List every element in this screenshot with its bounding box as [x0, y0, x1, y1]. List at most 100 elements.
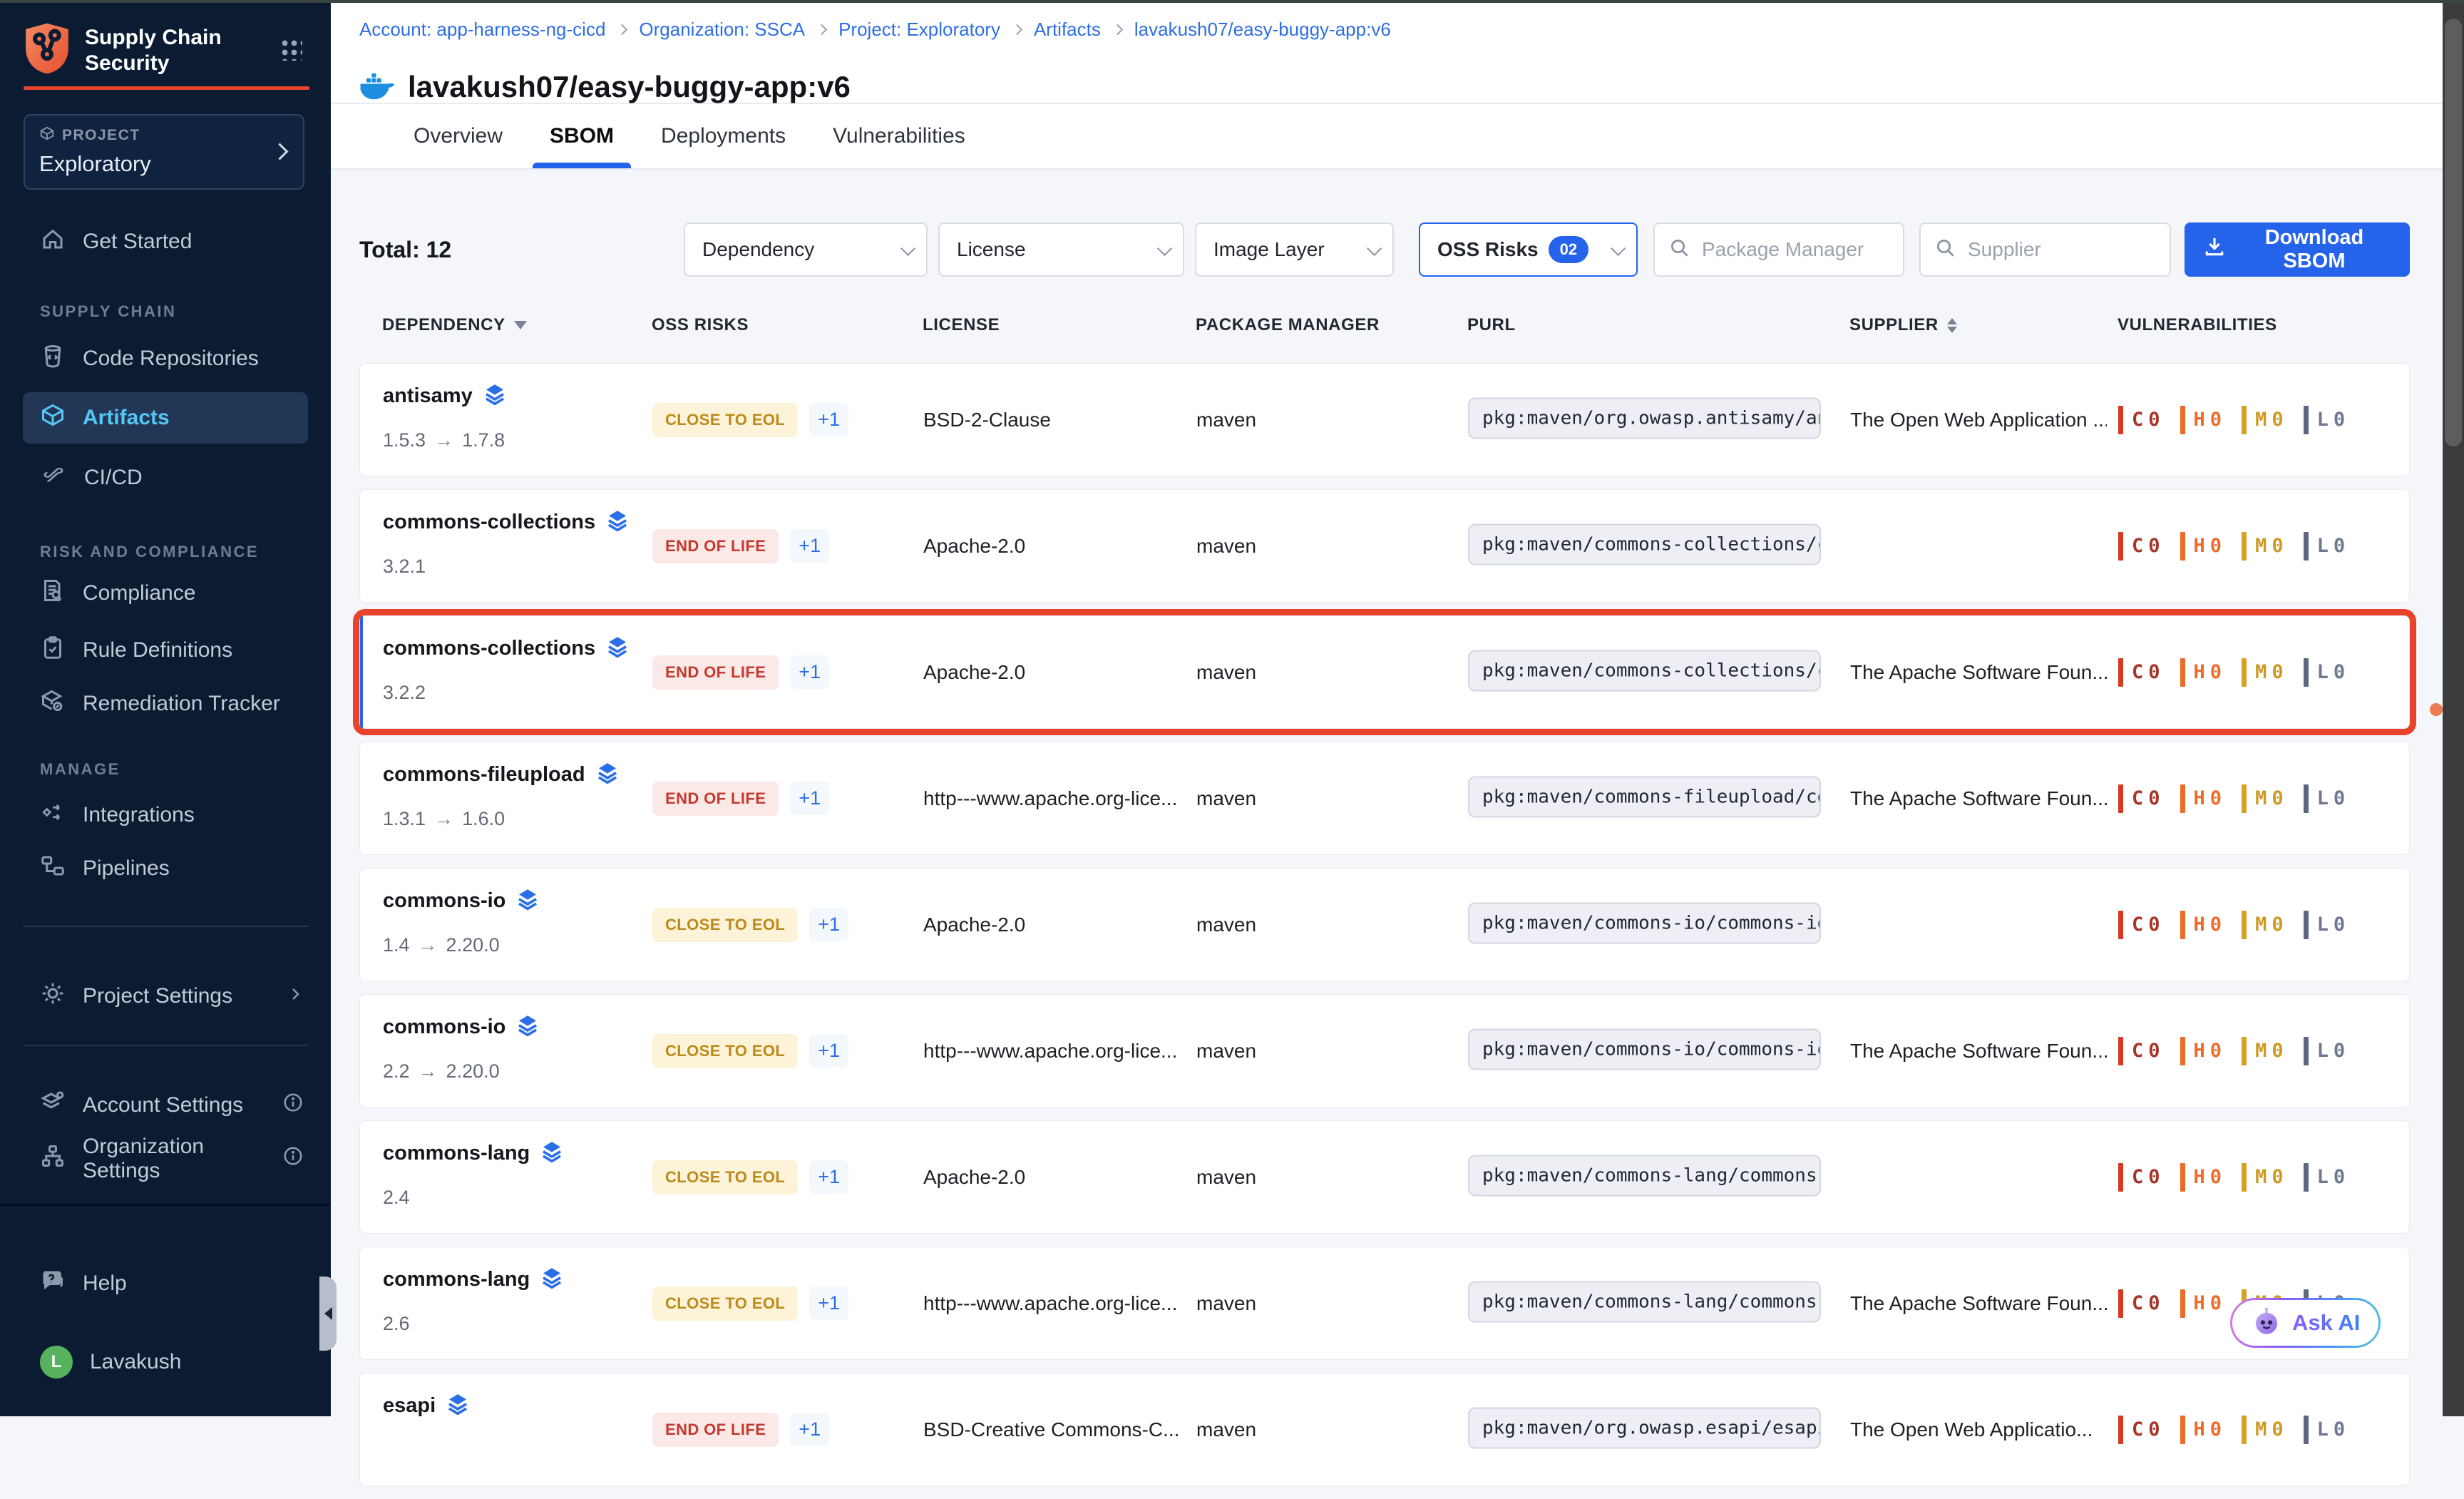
- license-filter-select[interactable]: License: [938, 222, 1184, 277]
- oss-risks-filter-select[interactable]: OSS Risks 02: [1419, 222, 1638, 277]
- more-risks-badge[interactable]: +1: [809, 403, 848, 436]
- purl-value[interactable]: pkg:maven/commons-io/commons-io@…: [1468, 1028, 1821, 1070]
- table-row[interactable]: commons-collections 3.2.2 END OF LIFE +1…: [359, 615, 2410, 729]
- table-row[interactable]: commons-lang 2.4 CLOSE TO EOL +1 Apache-…: [359, 1120, 2410, 1234]
- app-grid-icon[interactable]: [279, 37, 302, 61]
- more-risks-badge[interactable]: +1: [790, 655, 829, 689]
- eol-status-badge: END OF LIFE: [652, 655, 779, 690]
- vuln-count-H: H0: [2180, 1037, 2222, 1065]
- more-risks-badge[interactable]: +1: [809, 1286, 848, 1320]
- table-row[interactable]: antisamy 1.5.3 1.7.8 CLOSE TO EOL +1 BSD…: [359, 363, 2410, 476]
- more-risks-badge[interactable]: +1: [790, 782, 829, 815]
- download-sbom-button[interactable]: Download SBOM: [2185, 222, 2410, 277]
- sidebar-item-compliance[interactable]: Compliance: [23, 568, 308, 619]
- oss-risks-cell: CLOSE TO EOL +1: [652, 1160, 848, 1194]
- oss-risks-cell: END OF LIFE +1: [652, 529, 829, 563]
- purl-value[interactable]: pkg:maven/commons-fileupload/com…: [1468, 776, 1821, 817]
- oss-risks-cell: CLOSE TO EOL +1: [652, 403, 848, 437]
- supplier-search-input[interactable]: [1966, 237, 2147, 262]
- sidebar-item-project-settings[interactable]: Project Settings: [23, 971, 308, 1022]
- table-row[interactable]: esapi END OF LIFE +1 BSD-Creative Common…: [359, 1373, 2410, 1486]
- purl-cell: pkg:maven/commons-fileupload/com…: [1468, 776, 1821, 821]
- column-header-purl: PURL: [1467, 315, 1516, 335]
- package-manager-search-input[interactable]: [1700, 237, 1882, 262]
- purl-value[interactable]: pkg:maven/org.owasp.esapi/esapi@…: [1468, 1407, 1821, 1448]
- purl-value[interactable]: pkg:maven/commons-lang/commons-l…: [1468, 1155, 1821, 1196]
- sidebar-item-code-repositories[interactable]: Code Repositories: [23, 333, 308, 384]
- docker-icon: [359, 71, 395, 104]
- dependency-name: commons-io: [383, 889, 505, 913]
- column-header-dependency[interactable]: DEPENDENCY: [382, 315, 527, 335]
- sidebar-item-remediation-tracker[interactable]: Remediation Tracker: [23, 678, 308, 730]
- scrollbar-thumb[interactable]: [2445, 19, 2462, 446]
- severity-bar: [2180, 911, 2185, 939]
- table-row[interactable]: commons-collections 3.2.1 END OF LIFE +1…: [359, 489, 2410, 603]
- tab-vulnerabilities[interactable]: Vulnerabilities: [830, 104, 968, 168]
- table-row[interactable]: commons-lang 2.6 CLOSE TO EOL +1 http---…: [359, 1247, 2410, 1360]
- eol-status-badge: END OF LIFE: [652, 529, 779, 563]
- table-row[interactable]: commons-io 1.4 2.20.0 CLOSE TO EOL +1 Ap…: [359, 868, 2410, 981]
- home-icon: [40, 226, 66, 257]
- severity-bar: [2180, 784, 2185, 813]
- dependency-version: 1.3.1 1.6.0: [383, 808, 505, 830]
- purl-value[interactable]: pkg:maven/commons-collections/co…: [1468, 523, 1821, 565]
- sidebar-collapse-handle[interactable]: [319, 1277, 337, 1351]
- purl-cell: pkg:maven/commons-lang/commons-l…: [1468, 1155, 1821, 1199]
- total-count: Total: 12: [359, 237, 451, 263]
- sidebar-item-organization-settings[interactable]: Organization Settings: [23, 1133, 308, 1185]
- breadcrumb-link[interactable]: Organization: SSCA: [639, 19, 805, 41]
- info-icon[interactable]: [282, 1145, 304, 1172]
- column-header-vulnerabilities: VULNERABILITIES: [2118, 315, 2277, 335]
- sidebar-item-pipelines[interactable]: Pipelines: [23, 843, 308, 894]
- sidebar-item-artifacts[interactable]: Artifacts: [23, 392, 308, 444]
- dependency-version: 2.4: [383, 1187, 410, 1209]
- image-layer-filter-select[interactable]: Image Layer: [1195, 222, 1394, 277]
- vuln-count-H: H0: [2180, 406, 2222, 434]
- vuln-count-M: M0: [2242, 532, 2284, 561]
- project-selector[interactable]: PROJECT Exploratory: [24, 114, 304, 190]
- breadcrumb-link[interactable]: lavakush07/easy-buggy-app:v6: [1134, 19, 1391, 41]
- dependency-cell: antisamy 1.5.3 1.7.8: [383, 364, 647, 476]
- sidebar-item-help[interactable]: Help: [23, 1258, 308, 1309]
- table-row[interactable]: commons-fileupload 1.3.1 1.6.0 END OF LI…: [359, 742, 2410, 855]
- sidebar-item-account-settings[interactable]: Account Settings: [23, 1080, 308, 1131]
- purl-value[interactable]: pkg:maven/commons-lang/commons-l…: [1468, 1281, 1821, 1322]
- more-risks-badge[interactable]: +1: [809, 1160, 848, 1194]
- dependency-cell: esapi: [383, 1373, 647, 1485]
- package-manager-value: maven: [1196, 661, 1256, 684]
- tab-sbom[interactable]: SBOM: [547, 104, 617, 168]
- more-risks-badge[interactable]: +1: [790, 529, 829, 563]
- purl-cell: pkg:maven/commons-lang/commons-l…: [1468, 1281, 1821, 1326]
- dependency-cell: commons-lang 2.6: [383, 1247, 647, 1359]
- more-risks-badge[interactable]: +1: [790, 1413, 829, 1446]
- breadcrumb-link[interactable]: Project: Exploratory: [838, 19, 1000, 41]
- user-menu[interactable]: L Lavakush: [23, 1336, 308, 1388]
- purl-value[interactable]: pkg:maven/commons-collections/co…: [1468, 650, 1821, 691]
- purl-value[interactable]: pkg:maven/commons-io/commons-io@…: [1468, 902, 1821, 943]
- sidebar-item-get-started[interactable]: Get Started: [23, 216, 308, 267]
- code-repo-icon: [40, 343, 66, 374]
- tab-deployments[interactable]: Deployments: [658, 104, 789, 168]
- breadcrumb-link[interactable]: Account: app-harness-ng-cicd: [359, 19, 605, 41]
- more-risks-badge[interactable]: +1: [809, 1034, 848, 1068]
- supplier-value: The Open Web Application ...: [1850, 409, 2107, 431]
- severity-bar: [2242, 658, 2247, 687]
- package-manager-value: maven: [1196, 1292, 1256, 1315]
- sidebar-item-integrations[interactable]: Integrations: [23, 789, 308, 841]
- table-row[interactable]: commons-io 2.2 2.20.0 CLOSE TO EOL +1 ht…: [359, 994, 2410, 1107]
- info-icon[interactable]: [282, 1092, 304, 1119]
- sidebar-item-rule-definitions[interactable]: Rule Definitions: [23, 625, 308, 676]
- dependency-filter-select[interactable]: Dependency: [684, 222, 928, 277]
- window-top-edge: [0, 0, 2464, 3]
- vulnerability-counts: C0H0M0L0: [2118, 1416, 2345, 1444]
- purl-value[interactable]: pkg:maven/org.owasp.antisamy/ant…: [1468, 397, 1821, 439]
- more-risks-badge[interactable]: +1: [809, 908, 848, 941]
- vulnerability-counts: C0H0M0L0: [2118, 658, 2345, 687]
- app-logo: Supply ChainSecurity: [24, 21, 222, 79]
- ask-ai-button[interactable]: Ask AI: [2230, 1298, 2381, 1348]
- page-scrollbar[interactable]: [2443, 0, 2464, 1416]
- column-header-supplier[interactable]: SUPPLIER: [1849, 315, 1957, 335]
- tab-overview[interactable]: Overview: [411, 104, 505, 168]
- sidebar-item-cicd[interactable]: CI/CD: [23, 452, 308, 503]
- breadcrumb-link[interactable]: Artifacts: [1034, 19, 1101, 41]
